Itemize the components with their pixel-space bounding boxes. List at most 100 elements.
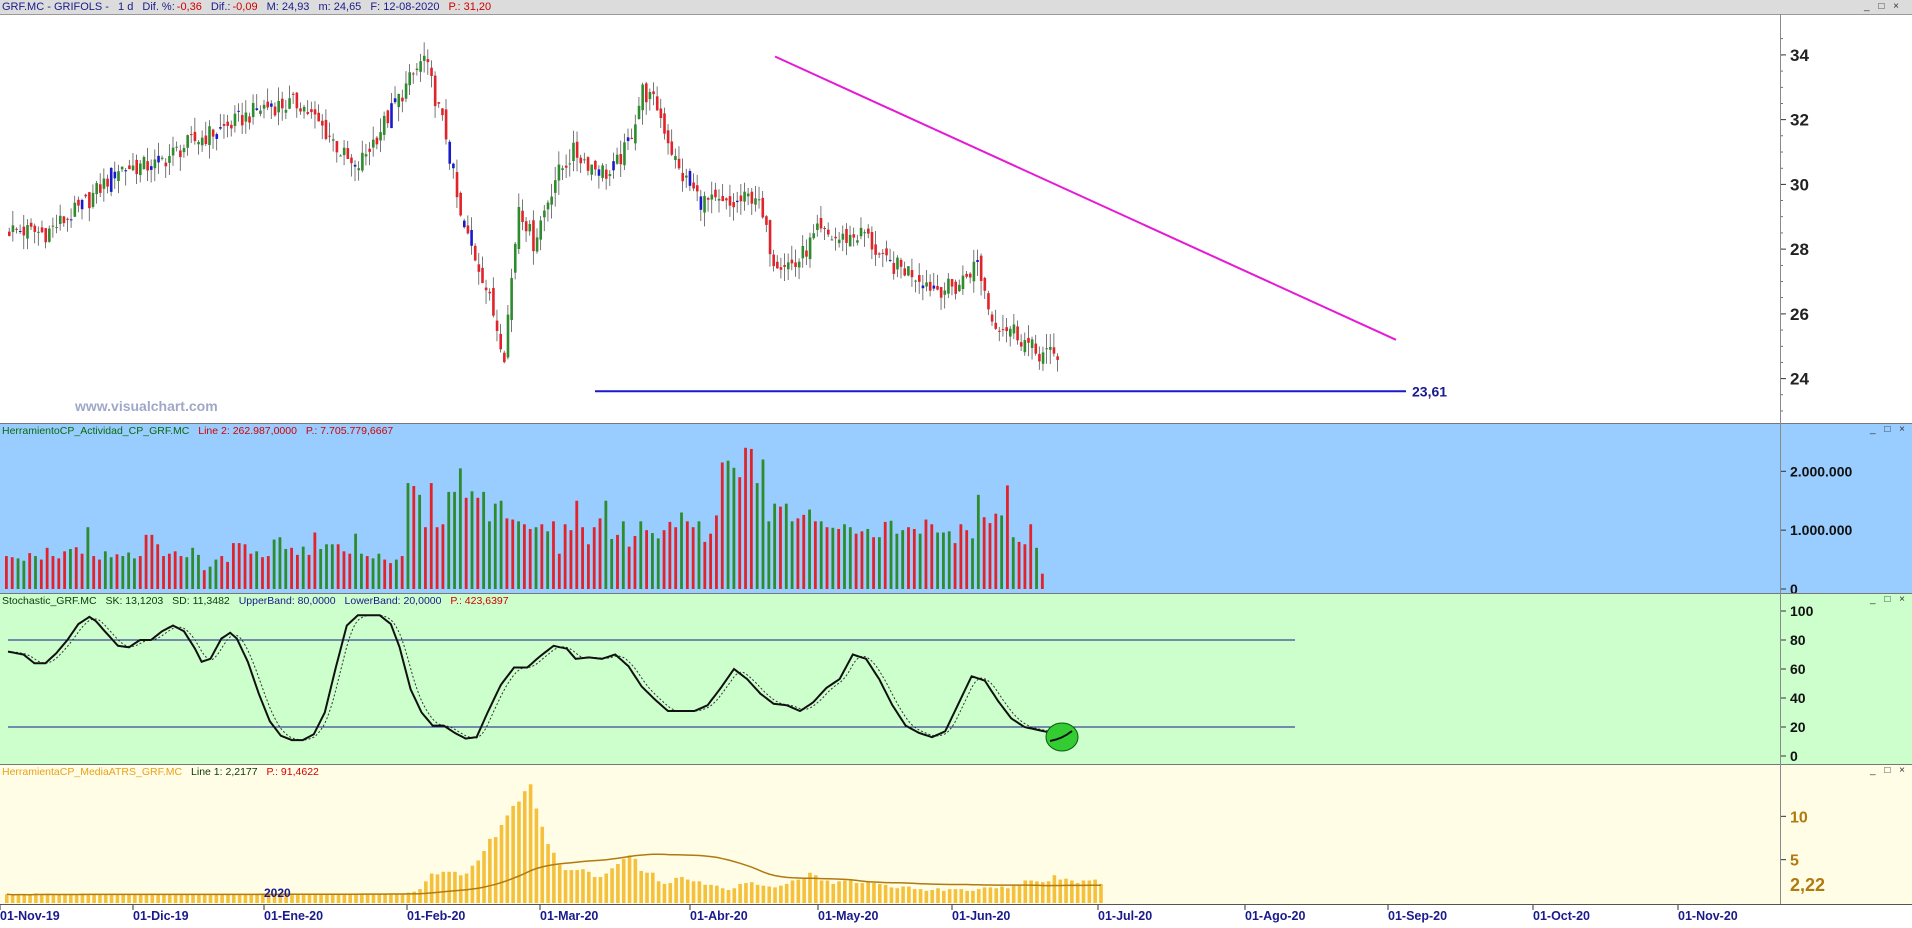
candle-body — [892, 262, 896, 274]
candle — [124, 167, 128, 186]
candle — [452, 162, 455, 179]
candle-body — [1056, 356, 1059, 360]
candle-body — [513, 243, 517, 273]
activity-panel-buttons[interactable]: _ □ × — [1870, 424, 1908, 435]
activity-bar — [505, 518, 509, 589]
date-tick-label: 01-Ene-20 — [264, 909, 323, 923]
activity-bar — [656, 538, 660, 589]
activity-bar — [587, 544, 590, 589]
symbol-label: GRF.MC - GRIFOLS - — [2, 1, 109, 13]
candle-body — [750, 191, 754, 204]
candle-body — [401, 97, 404, 102]
activity-bar — [208, 566, 212, 589]
atr-bar — [802, 877, 806, 903]
candle — [233, 105, 237, 133]
atr-bar — [1070, 880, 1074, 903]
activity-bar — [860, 531, 864, 589]
atr-bar — [150, 894, 155, 903]
candle — [910, 258, 914, 287]
candle-body — [222, 124, 226, 126]
atr-bar — [598, 877, 603, 903]
candle-body — [816, 223, 819, 231]
activity-bar — [330, 544, 334, 589]
atr-bar — [1006, 888, 1010, 903]
atr-bar — [907, 886, 911, 903]
candle-body — [965, 273, 968, 277]
candle — [251, 94, 255, 125]
period-label: 1 d — [118, 1, 134, 13]
candle — [805, 239, 808, 266]
activity-bar — [144, 534, 148, 589]
activity-bar — [98, 559, 101, 589]
candle-body — [524, 221, 528, 232]
candle — [139, 159, 142, 183]
candle-body — [699, 196, 703, 210]
candle-body — [761, 197, 765, 218]
activity-bar — [162, 556, 165, 589]
activity-bar — [394, 559, 398, 589]
candle — [317, 104, 320, 122]
activity-bar — [63, 551, 66, 589]
candle-body — [259, 110, 262, 114]
atr-panel-header: HerramientaCP_MediaATRS_GRF.MC Line 1: 2… — [2, 766, 325, 778]
atr-bar — [715, 885, 719, 903]
candle — [586, 156, 590, 176]
candle-body — [142, 156, 146, 170]
window-buttons[interactable]: _ □ × — [1864, 0, 1902, 14]
activity-bar — [5, 556, 8, 589]
candle-body — [117, 171, 120, 181]
candle-body — [925, 282, 928, 287]
candle — [685, 168, 688, 188]
candle-body — [998, 330, 1001, 332]
atr-bar — [435, 874, 440, 903]
activity-bar — [226, 561, 229, 589]
candle — [113, 161, 117, 189]
candle-body — [211, 129, 215, 137]
atr-bar — [1093, 879, 1097, 903]
candle — [721, 183, 725, 202]
candle — [827, 222, 830, 237]
candle-body — [983, 277, 987, 291]
candle-body — [164, 162, 168, 167]
activity-bar — [103, 551, 107, 589]
atr-bar — [685, 879, 690, 903]
candle — [230, 120, 233, 137]
candle-body — [306, 112, 310, 114]
atr-bar — [249, 894, 254, 903]
min-value: m: 24,65 — [318, 1, 362, 13]
activity-bar — [633, 536, 637, 589]
activity-bar — [34, 556, 37, 589]
atr-bar — [621, 858, 626, 903]
activity-bar — [528, 528, 532, 589]
atr-bar — [488, 838, 492, 903]
candle-body — [233, 113, 237, 126]
activity-bar — [290, 547, 293, 589]
activity-bar — [261, 557, 264, 589]
candle — [1049, 334, 1052, 365]
candle-body — [444, 109, 448, 140]
atr-panel-buttons[interactable]: _ □ × — [1870, 765, 1908, 776]
candle — [783, 253, 786, 282]
candle-body — [874, 244, 877, 255]
candle-body — [448, 141, 452, 164]
candle — [164, 158, 168, 178]
candle-body — [845, 228, 848, 243]
candle — [950, 278, 954, 296]
activity-bar — [976, 494, 980, 589]
candle — [532, 210, 535, 265]
candle — [339, 154, 342, 157]
candle-body — [361, 152, 364, 171]
candle-body — [1045, 348, 1048, 350]
candle — [193, 117, 197, 145]
candle — [492, 277, 495, 318]
candle-body — [1016, 326, 1019, 341]
candle-body — [200, 137, 204, 146]
candle — [510, 268, 513, 333]
activity-bar — [680, 512, 683, 589]
candle-body — [510, 277, 513, 320]
stochastic-panel-buttons[interactable]: _ □ × — [1870, 594, 1908, 605]
candle — [972, 249, 976, 293]
candle-body — [692, 182, 695, 189]
activity-p: P.: 7.705.779,6667 — [305, 425, 394, 437]
atr-bar — [883, 884, 888, 903]
